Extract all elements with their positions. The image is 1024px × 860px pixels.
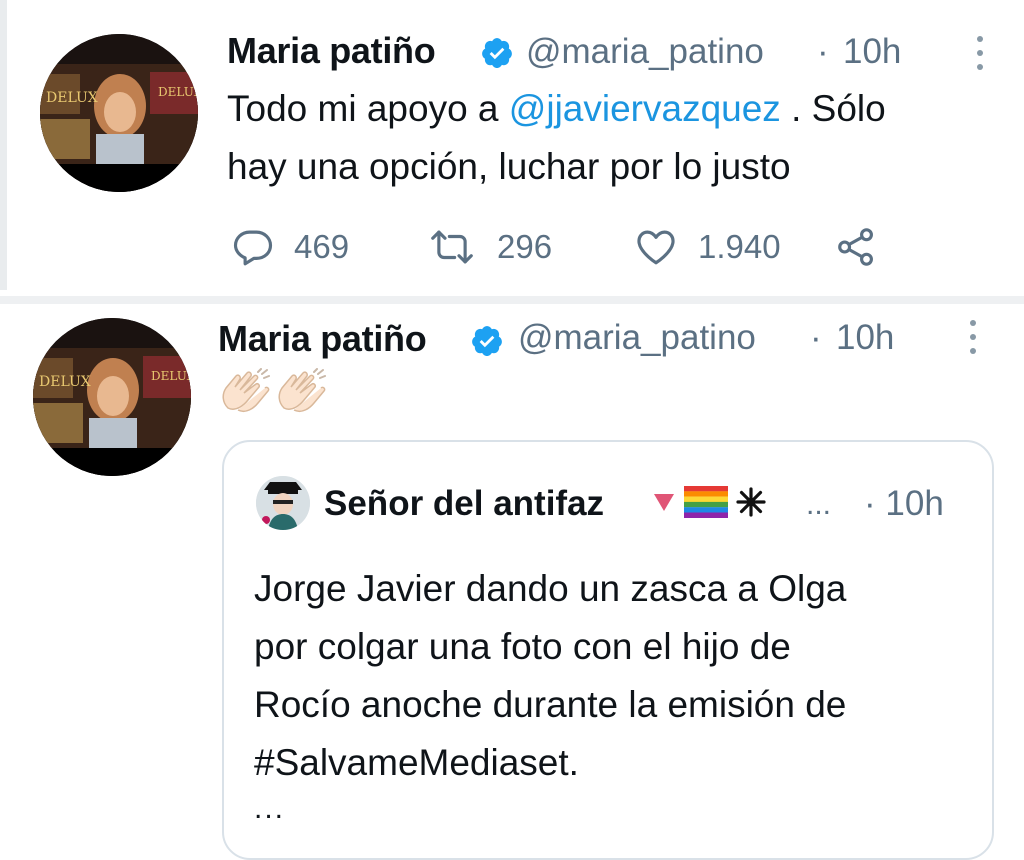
- quoted-avatar-image: [256, 476, 310, 530]
- reply-count: 469: [294, 228, 350, 265]
- retweet-count: 296: [497, 228, 553, 265]
- quoted-author-name[interactable]: Señor del antifaz: [324, 484, 604, 524]
- name-truncation: ...: [806, 488, 832, 521]
- heart-emoji: [654, 494, 674, 511]
- time-separator: ·: [810, 318, 822, 357]
- reply-button[interactable]: 469: [232, 226, 349, 268]
- clap-emoji-icon: [222, 368, 270, 413]
- tweet-text: Todo mi apoyo a @jjaviervazquez . Sólo h…: [227, 80, 886, 196]
- text-segment: . Sólo: [780, 88, 886, 129]
- like-count: 1.940: [698, 228, 781, 265]
- svg-text:DELUX: DELUX: [39, 374, 91, 390]
- text-line: por colgar una foto con el hijo de: [254, 626, 791, 667]
- svg-text:DELUX: DELUX: [46, 90, 98, 106]
- author-name[interactable]: Maria patiño: [227, 30, 436, 72]
- left-border: [0, 0, 7, 290]
- reply-icon: [233, 230, 273, 266]
- show-more-ellipsis[interactable]: ...: [254, 792, 285, 826]
- avatar-image: DELUX DELUXE: [33, 318, 191, 476]
- like-icon: [637, 230, 675, 265]
- quoted-tweet-text: Jorge Javier dando un zasca a Olga por c…: [254, 560, 846, 792]
- text-line: Rocío anoche durante la emisión de: [254, 684, 847, 725]
- retweet-button[interactable]: 296: [427, 226, 552, 268]
- time-separator: ·: [817, 32, 829, 71]
- time-value: 10h: [885, 484, 944, 523]
- time-separator: ·: [864, 484, 876, 523]
- text-line: Jorge Javier dando un zasca a Olga: [254, 568, 847, 609]
- verified-badge-icon: [472, 326, 502, 357]
- avatar-image: DELUX DELUXE: [40, 34, 198, 192]
- verified-badge-icon: [482, 38, 512, 69]
- share-icon[interactable]: [834, 226, 878, 268]
- quoted-author-avatar[interactable]: [256, 476, 310, 530]
- tweet-divider: [0, 296, 1024, 304]
- svg-text:DELUXE: DELUXE: [151, 369, 191, 383]
- author-name-emojis: [652, 486, 766, 518]
- author-name[interactable]: Maria patiño: [218, 318, 427, 360]
- more-vertical-icon[interactable]: [966, 320, 980, 358]
- tweet-time[interactable]: 10h: [843, 32, 901, 72]
- text-segment: Todo mi apoyo a: [227, 88, 509, 129]
- text-segment: hay una opción, luchar por lo justo: [227, 146, 791, 187]
- clap-emoji-icon: [278, 368, 326, 413]
- rainbow-flag-emoji: [684, 486, 728, 518]
- author-avatar[interactable]: DELUX DELUXE: [33, 318, 191, 476]
- retweet-icon: [431, 230, 473, 264]
- clap-emoji: [218, 368, 328, 416]
- author-avatar[interactable]: DELUX DELUXE: [40, 34, 198, 192]
- sparkle-emoji: [736, 487, 766, 517]
- author-handle[interactable]: @maria_patino: [518, 318, 756, 358]
- quoted-tweet-time[interactable]: · 10h: [864, 484, 944, 524]
- quoted-tweet-card[interactable]: Señor del antifaz ... · 10h Jorge Javier…: [222, 440, 994, 860]
- mention-link[interactable]: @jjaviervazquez: [509, 88, 781, 129]
- like-button[interactable]: 1.940: [634, 226, 781, 268]
- svg-text:DELUXE: DELUXE: [158, 85, 198, 99]
- more-vertical-icon[interactable]: [973, 36, 987, 74]
- hashtag-link[interactable]: #SalvameMediaset.: [254, 734, 846, 792]
- author-handle[interactable]: @maria_patino: [526, 32, 764, 72]
- tweet-time[interactable]: 10h: [836, 318, 894, 358]
